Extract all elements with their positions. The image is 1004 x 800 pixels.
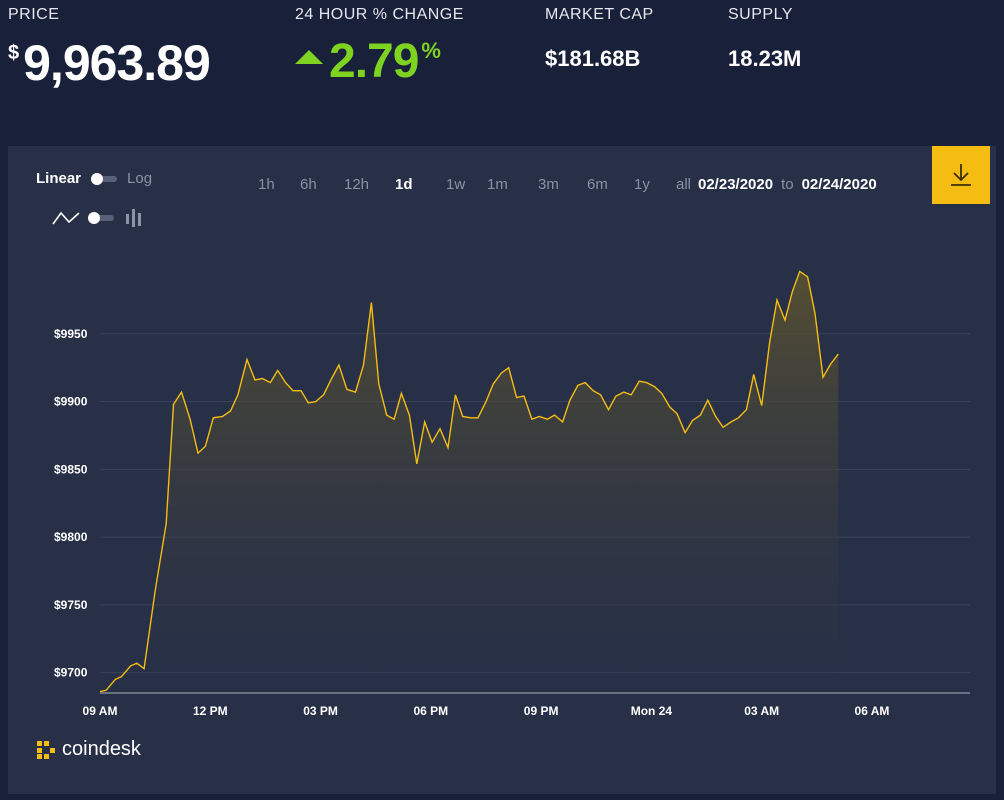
price-value: 9,963.89 [23,35,211,91]
brand-logo: coindesk [36,738,141,761]
price-label: PRICE [8,6,60,23]
x-tick-label: 09 PM [524,704,559,718]
chart-panel: $9700 $9750 $9800 $9850 $9900 $9950 09 AM 12 PM… [8,146,996,794]
date-from[interactable]: 02/23/2020 [698,176,773,193]
download-button[interactable] [932,146,990,204]
market-cap-stat: MARKET CAP $181.68B [545,6,654,72]
y-tick-label: $9950 [54,327,88,341]
range-1d[interactable]: 1d [395,176,413,193]
y-tick-label: $9800 [54,530,88,544]
supply-value: 18.23M [728,46,802,71]
price-stat: PRICE $ 9,963.89 [8,6,211,92]
change-unit: % [421,38,441,63]
date-separator: to [781,176,794,193]
scale-linear-label[interactable]: Linear [36,170,81,187]
scale-switch[interactable] [91,172,118,185]
brand-name: coindesk [62,738,141,760]
change-stat: 24 HOUR % CHANGE 2.79 % [295,6,464,89]
y-tick-label: $9750 [54,598,88,612]
y-tick-label: $9850 [54,462,88,476]
price-area [100,271,839,693]
x-tick-label: Mon 24 [631,704,673,718]
scale-switch-knob [91,172,104,185]
up-arrow-icon [295,50,323,64]
price-chart: $9700 $9750 $9800 $9850 $9900 $9950 09 AM 12 PM… [54,270,970,718]
coindesk-logo-icon [37,740,55,759]
x-tick-label: 12 PM [193,704,228,718]
date-range: 02/23/2020 to 02/24/2020 [698,176,877,193]
y-tick-label: $9700 [54,666,88,680]
range-1m[interactable]: 1m [487,176,508,193]
market-cap-label: MARKET CAP [545,6,654,23]
scale-toggle[interactable]: Linear Log [36,170,152,187]
market-cap-value: $181.68B [545,46,641,71]
chart-type-switch-knob [88,212,100,224]
range-12h[interactable]: 12h [344,176,369,193]
stats-bar: PRICE $ 9,963.89 24 HOUR % CHANGE 2.79 %… [0,0,1004,140]
supply-stat: SUPPLY 18.23M [728,6,801,72]
range-3m[interactable]: 3m [538,176,559,193]
line-chart-icon[interactable] [52,210,80,226]
x-tick-label: 06 AM [855,704,890,718]
scale-log-label[interactable]: Log [127,170,152,187]
chart-type-toggle[interactable] [52,208,144,228]
download-icon [951,164,971,186]
price-currency: $ [8,42,20,64]
y-tick-label: $9900 [54,395,88,409]
x-tick-label: 03 PM [303,704,338,718]
range-1w[interactable]: 1w [446,176,465,193]
range-1h[interactable]: 1h [258,176,275,193]
x-tick-label: 06 PM [414,704,449,718]
x-tick-label: 09 AM [83,704,118,718]
supply-label: SUPPLY [728,6,793,23]
range-6m[interactable]: 6m [587,176,608,193]
change-label: 24 HOUR % CHANGE [295,6,464,23]
x-tick-label: 03 AM [744,704,779,718]
range-1y[interactable]: 1y [634,176,650,193]
chart-type-switch[interactable] [88,212,114,224]
candlestick-icon[interactable] [124,208,144,228]
range-all[interactable]: all [676,176,691,193]
range-6h[interactable]: 6h [300,176,317,193]
change-value: 2.79 [329,35,419,88]
date-to[interactable]: 02/24/2020 [802,176,877,193]
